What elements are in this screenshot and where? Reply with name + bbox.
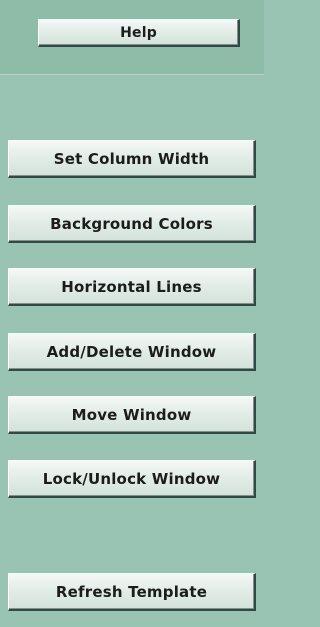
background-colors-button[interactable]: Background Colors — [8, 205, 256, 243]
add-delete-window-button[interactable]: Add/Delete Window — [8, 333, 256, 371]
move-window-button[interactable]: Move Window — [8, 396, 256, 434]
refresh-template-button[interactable]: Refresh Template — [8, 573, 256, 611]
help-button[interactable]: Help — [38, 19, 240, 47]
horizontal-lines-button[interactable]: Horizontal Lines — [8, 268, 256, 306]
lock-unlock-window-button[interactable]: Lock/Unlock Window — [8, 460, 256, 498]
set-column-width-button[interactable]: Set Column Width — [8, 140, 256, 178]
help-panel: Help — [0, 0, 264, 75]
